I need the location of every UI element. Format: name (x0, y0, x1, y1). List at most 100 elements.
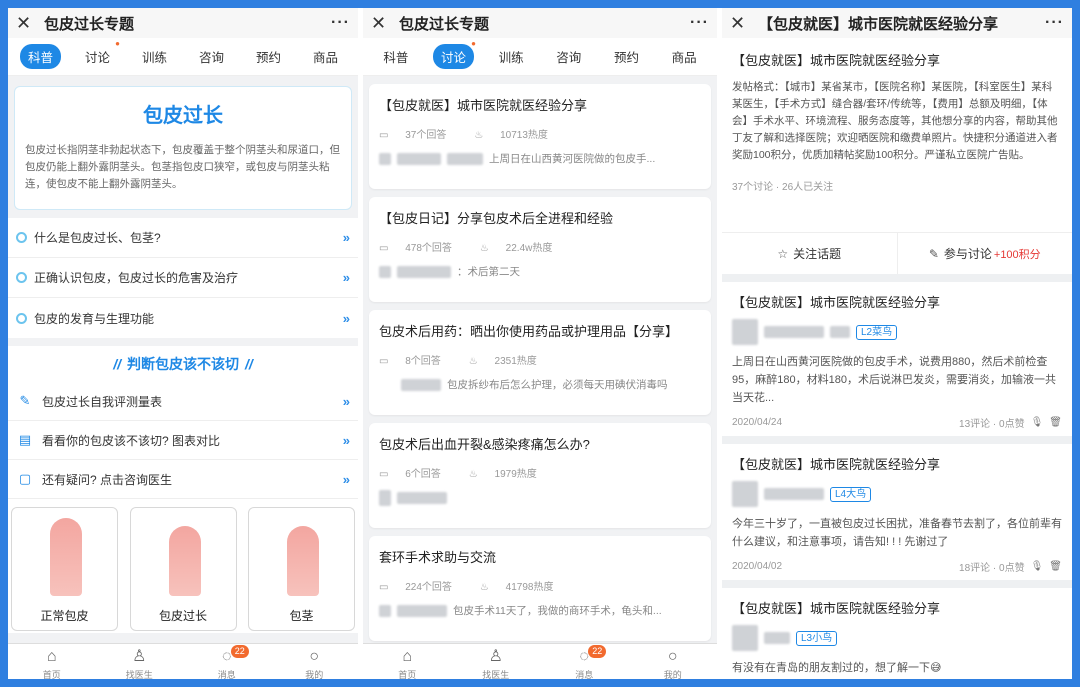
trash-icon[interactable]: 🗑 (1049, 561, 1062, 572)
flame-icon: ♨ (479, 582, 492, 593)
article-link[interactable]: 正确认识包皮，包皮过长的危害及治疗 » (8, 258, 358, 298)
home-icon: ⌂ (402, 648, 413, 665)
post-card[interactable]: 【包皮就医】城市医院就医经验分享 ▭ 37个回答 ♨ 10713热度 上周日在山西… (369, 84, 711, 189)
bottom-nav: ⌂ 首页 ♙ 找医生 ◌ 22 消息 ○ 我的 (8, 643, 358, 679)
nav-label: 首页 (42, 670, 61, 679)
tool-label: 还有疑问? 点击咨询医生 (42, 472, 173, 487)
nav-messages[interactable]: ◌ 22 消息 (197, 645, 257, 679)
thread-item[interactable]: 【包皮就医】城市医院就医经验分享 L3小鸟 有没有在青岛的朋友割过的，想了解一下… (722, 588, 1072, 679)
post-card[interactable]: 包皮术后用药：晒出你使用药品或护理用品【分享】 ▭ 8个回答 ♨ 2351热度 包… (369, 310, 711, 415)
topic-heading: 【包皮就医】城市医院就医经验分享 (732, 53, 941, 68)
blurred-username (397, 492, 447, 504)
page-title: 包皮过长专题 (399, 15, 490, 33)
intro-title: 包皮过长 (143, 105, 223, 127)
intro-card: 包皮过长 包皮过长指阴茎非勃起状态下，包皮覆盖于整个阴茎头和尿道口，但包皮仍能上… (14, 86, 352, 210)
blurred-avatar (379, 152, 391, 165)
double-chevron-right-icon: » (342, 270, 350, 285)
top-bar: ✕ 包皮过长专题 ··· (8, 8, 358, 38)
article-label: 什么是包皮过长、包茎? (34, 231, 161, 245)
close-icon[interactable]: ✕ (730, 13, 754, 34)
thread-title: 【包皮就医】城市医院就医经验分享 (732, 457, 941, 472)
tab-consult[interactable]: 咨询 (548, 44, 589, 69)
compare-cards: 正常包皮 包皮过长 包茎 (8, 499, 358, 633)
blurred-username (830, 326, 850, 338)
tab-training[interactable]: 训练 (491, 44, 532, 69)
close-icon[interactable]: ✕ (371, 13, 395, 34)
close-icon[interactable]: ✕ (16, 13, 40, 34)
nav-profile[interactable]: ○ 我的 (284, 648, 344, 679)
more-icon[interactable]: ··· (690, 14, 709, 32)
tool-label: 包皮过长自我评测量表 (42, 394, 163, 409)
tool-self-test[interactable]: ✎ 包皮过长自我评测量表 » (8, 382, 358, 421)
blurred-username (764, 326, 824, 338)
post-title: 包皮术后出血开裂&感染疼痛怎么办? (379, 437, 590, 452)
level-badge: L3小鸟 (796, 630, 838, 646)
join-discussion-button[interactable]: ✎ 参与讨论 +100积分 (896, 233, 1073, 274)
heat-text: 22.4w热度 (505, 243, 553, 254)
latest-reply: ：术后第二天 (379, 264, 701, 279)
more-icon[interactable]: ··· (331, 14, 350, 32)
topic-stats: 37个讨论 · 26人已关注 (732, 182, 834, 193)
blurred-avatar (732, 319, 758, 345)
tool-compare-chart[interactable]: ▤ 看看你的包皮该不该切? 图表对比 » (8, 421, 358, 460)
tab-goods[interactable]: 商品 (305, 44, 346, 69)
nav-doctor[interactable]: ♙ 找医生 (466, 648, 526, 679)
post-card[interactable]: 套环手术求助与交流 ▭ 224个回答 ♨ 41798热度 包皮手术11天了，我做的… (369, 536, 711, 641)
blurred-username (397, 265, 451, 278)
post-card[interactable]: 【包皮日记】分享包皮术后全进程和经验 ▭ 478个回答 ♨ 22.4w热度 ：术后… (369, 197, 711, 302)
compare-card-normal[interactable]: 正常包皮 (11, 507, 118, 631)
blurred-avatar (379, 604, 391, 617)
replies-text: 224个回答 (405, 582, 452, 593)
thread-item[interactable]: 【包皮就医】城市医院就医经验分享 L2菜鸟 上周日在山西黄河医院做的包皮手术，说… (722, 282, 1072, 436)
nav-doctor[interactable]: ♙ 找医生 (109, 648, 169, 679)
post-title: 【包皮就医】城市医院就医经验分享 (379, 98, 588, 113)
nav-label: 消息 (217, 670, 236, 679)
intro-text: 包皮过长指阴茎非勃起状态下，包皮覆盖于整个阴茎头和尿道口，但包皮仍能上翻外露阴茎… (25, 144, 340, 190)
section-bars-left: // (113, 356, 121, 372)
thread-item[interactable]: 【包皮就医】城市医院就医经验分享 L4大鸟 今年三十岁了，一直被包皮过长困扰，准… (722, 444, 1072, 580)
double-chevron-right-icon: » (342, 432, 350, 448)
tab-goods[interactable]: 商品 (664, 44, 705, 69)
post-meta: ▭ 478个回答 ♨ 22.4w热度 (379, 239, 701, 254)
compare-card-long[interactable]: 包皮过长 (129, 507, 237, 631)
bullet-circle-icon (16, 272, 27, 283)
trash-icon[interactable]: 🗑 (1049, 417, 1062, 428)
tab-science[interactable]: 科普 (375, 44, 416, 69)
latest-reply: 包皮拆纱布后怎么护理，必须每天用碘伏消毒吗 (379, 377, 701, 392)
tab-consult[interactable]: 咨询 (191, 44, 232, 69)
phone-topic-detail: ✕ 【包皮就医】城市医院就医经验分享 ··· 【包皮就医】城市医院就医经验分享 … (722, 8, 1072, 679)
nav-messages[interactable]: ◌ 22 消息 (554, 645, 614, 679)
more-icon[interactable]: ··· (1045, 14, 1064, 32)
tab-label: 讨论 (440, 51, 466, 65)
blurred-username (397, 152, 441, 165)
compare-caption: 包茎 (289, 609, 314, 623)
tab-booking[interactable]: 预约 (606, 44, 647, 69)
tab-science[interactable]: 科普 (19, 44, 61, 69)
flame-icon: ♨ (479, 243, 492, 254)
mic-icon[interactable]: 🎙 (1031, 417, 1044, 428)
compare-card-phimosis[interactable]: 包茎 (248, 507, 355, 631)
tool-consult-doctor[interactable]: ▢ 还有疑问? 点击咨询医生 » (8, 460, 358, 499)
flame-icon: ♨ (468, 469, 481, 480)
nav-label: 找医生 (125, 670, 153, 679)
thread-author: L2菜鸟 (732, 319, 1062, 345)
tab-booking[interactable]: 预约 (248, 44, 289, 69)
nav-label: 找医生 (482, 670, 510, 679)
nav-home[interactable]: ⌂ 首页 (377, 648, 437, 679)
tab-training[interactable]: 训练 (134, 44, 175, 69)
top-bar: ✕ 【包皮就医】城市医院就医经验分享 ··· (722, 8, 1072, 38)
mic-icon[interactable]: 🎙 (1031, 561, 1044, 572)
post-card[interactable]: 包皮术后出血开裂&感染疼痛怎么办? ▭ 6个回答 ♨ 1979热度 (369, 423, 711, 528)
thread-body: 今年三十岁了，一直被包皮过长困扰，准备春节去割了，各位前辈有什么建议，和注意事项… (732, 518, 1062, 548)
thread-counts: 18评论 · 0点赞 (959, 563, 1025, 574)
article-link[interactable]: 什么是包皮过长、包茎? » (8, 218, 358, 258)
follow-topic-button[interactable]: ☆ 关注话题 (722, 233, 897, 274)
latest-reply (379, 490, 701, 506)
tab-discuss[interactable]: 讨论 ● (432, 39, 476, 69)
article-link[interactable]: 包皮的发育与生理功能 » (8, 298, 358, 338)
nav-home[interactable]: ⌂ 首页 (22, 648, 82, 679)
nav-label: 消息 (575, 670, 594, 679)
nav-profile[interactable]: ○ 我的 (643, 648, 703, 679)
unread-badge: 22 (588, 645, 607, 658)
tab-discuss[interactable]: 讨论 ● (77, 39, 120, 69)
